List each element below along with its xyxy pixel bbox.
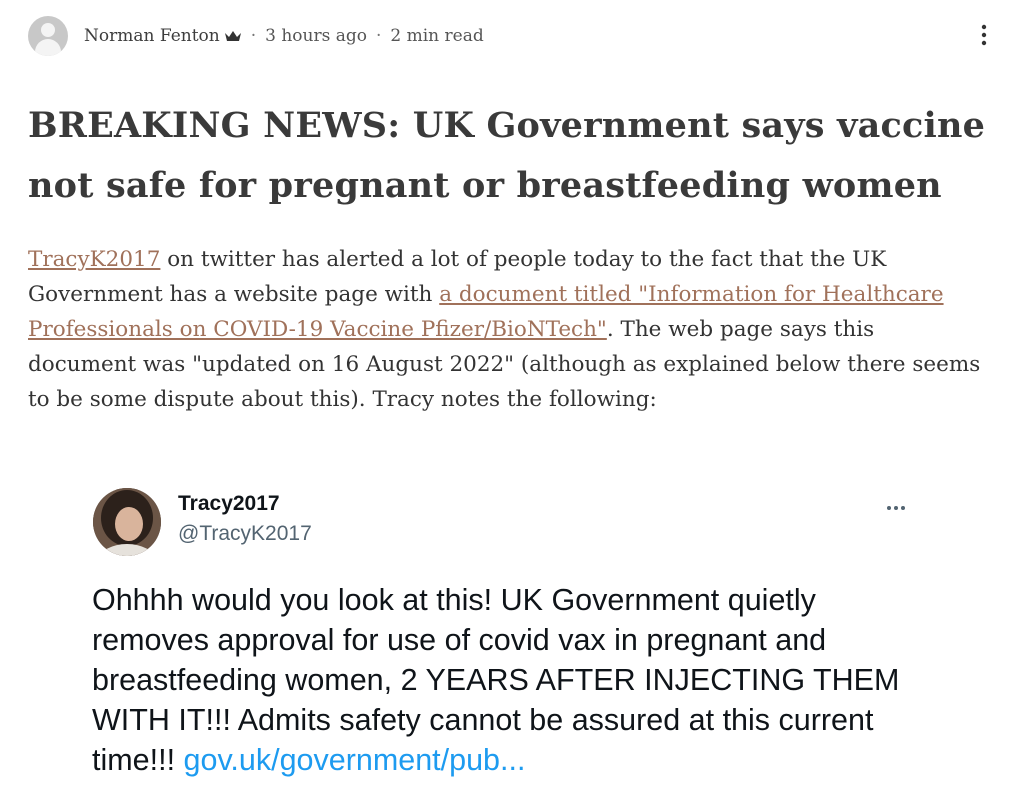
tweet-avatar (93, 488, 161, 556)
article-title: BREAKING NEWS: UK Government says vaccin… (28, 105, 986, 206)
post-time: 3 hours ago (265, 26, 367, 46)
byline-separator: · (250, 26, 257, 46)
tracy-twitter-link[interactable]: TracyK2017 (28, 247, 160, 272)
embedded-tweet-image: Tracy2017 @TracyK2017 Ohhhh would you lo… (60, 470, 960, 785)
article-paragraph: TracyK2017 on twitter has alerted a lot … (28, 242, 988, 417)
tweet-link: gov.uk/government/pub... (183, 743, 526, 777)
author-name[interactable]: Norman Fenton (84, 26, 220, 46)
article-byline: Norman Fenton · 3 hours ago · 2 min read (28, 16, 987, 56)
avatar-shoulders (35, 39, 61, 56)
author-avatar[interactable] (28, 16, 68, 56)
more-horizontal-icon (886, 498, 906, 516)
tweet-display-name: Tracy2017 (178, 492, 280, 515)
crown-icon (224, 30, 242, 42)
more-vertical-icon[interactable] (981, 24, 987, 50)
tweet-handle: @TracyK2017 (178, 522, 312, 545)
read-time: 2 min read (390, 26, 484, 46)
byline-meta: Norman Fenton · 3 hours ago · 2 min read (84, 26, 484, 46)
byline-separator: · (376, 26, 382, 46)
tweet-text: Ohhhh would you look at this! UK Governm… (92, 580, 932, 780)
avatar-head (41, 23, 55, 37)
